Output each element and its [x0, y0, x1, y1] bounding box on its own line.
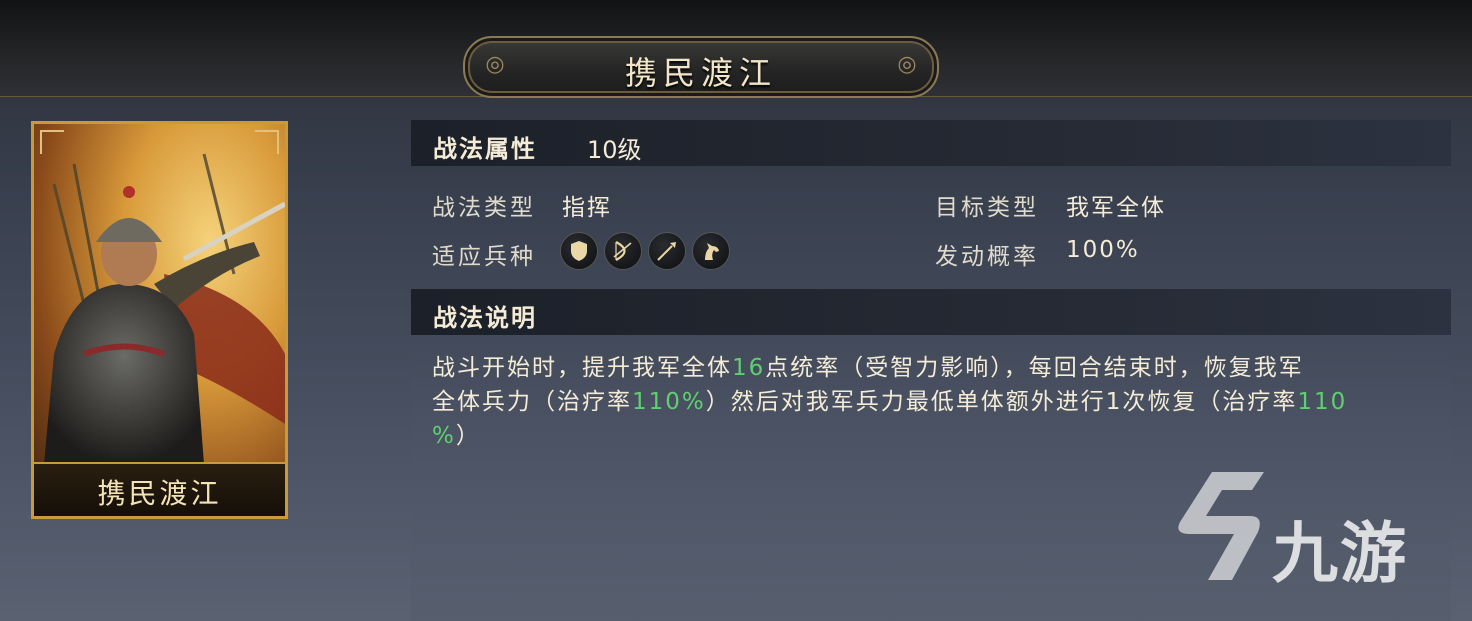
activation-rate-label: 发动概率 — [935, 244, 1039, 270]
horse-icon[interactable] — [692, 232, 730, 270]
tactic-card[interactable]: 携民渡江 — [31, 121, 288, 519]
description-line-1: 战斗开始时，提升我军全体16点统率（受智力影响），每回合结束时，恢复我军 — [432, 355, 1304, 381]
description-line-3: %） — [432, 423, 481, 449]
page-title: 携民渡江 — [624, 54, 777, 92]
highlight-value: 110 — [1297, 389, 1348, 415]
title-plate: ◎ ◎ 携民渡江 — [463, 36, 939, 98]
highlight-value: 110% — [632, 389, 706, 415]
activation-rate-value: 100% — [1066, 237, 1140, 263]
description-line-2: 全体兵力（治疗率110%）然后对我军兵力最低单体额外进行1次恢复（治疗率110 — [432, 389, 1348, 415]
general-portrait — [44, 153, 285, 464]
troop-type-label: 适应兵种 — [432, 244, 536, 270]
target-type-value: 我军全体 — [1066, 195, 1166, 221]
card-name: 携民渡江 — [97, 477, 222, 510]
watermark-text: 九游 — [1272, 515, 1408, 592]
tactic-type-label: 战法类型 — [432, 195, 536, 221]
highlight-value: % — [432, 423, 456, 449]
tactic-type-value: 指挥 — [562, 195, 612, 221]
bow-icon[interactable] — [604, 232, 642, 270]
description-label: 战法说明 — [433, 304, 537, 332]
spear-icon[interactable] — [648, 232, 686, 270]
tactic-level: 10级 — [587, 136, 642, 164]
description-header: 战法说明 — [411, 289, 1451, 335]
attributes-label: 战法属性 — [433, 135, 537, 163]
shield-icon[interactable] — [560, 232, 598, 270]
highlight-value: 16 — [732, 355, 766, 381]
attributes-header: 战法属性 10级 — [411, 120, 1451, 166]
target-type-label: 目标类型 — [935, 195, 1039, 221]
card-name-bar: 携民渡江 — [34, 462, 285, 516]
